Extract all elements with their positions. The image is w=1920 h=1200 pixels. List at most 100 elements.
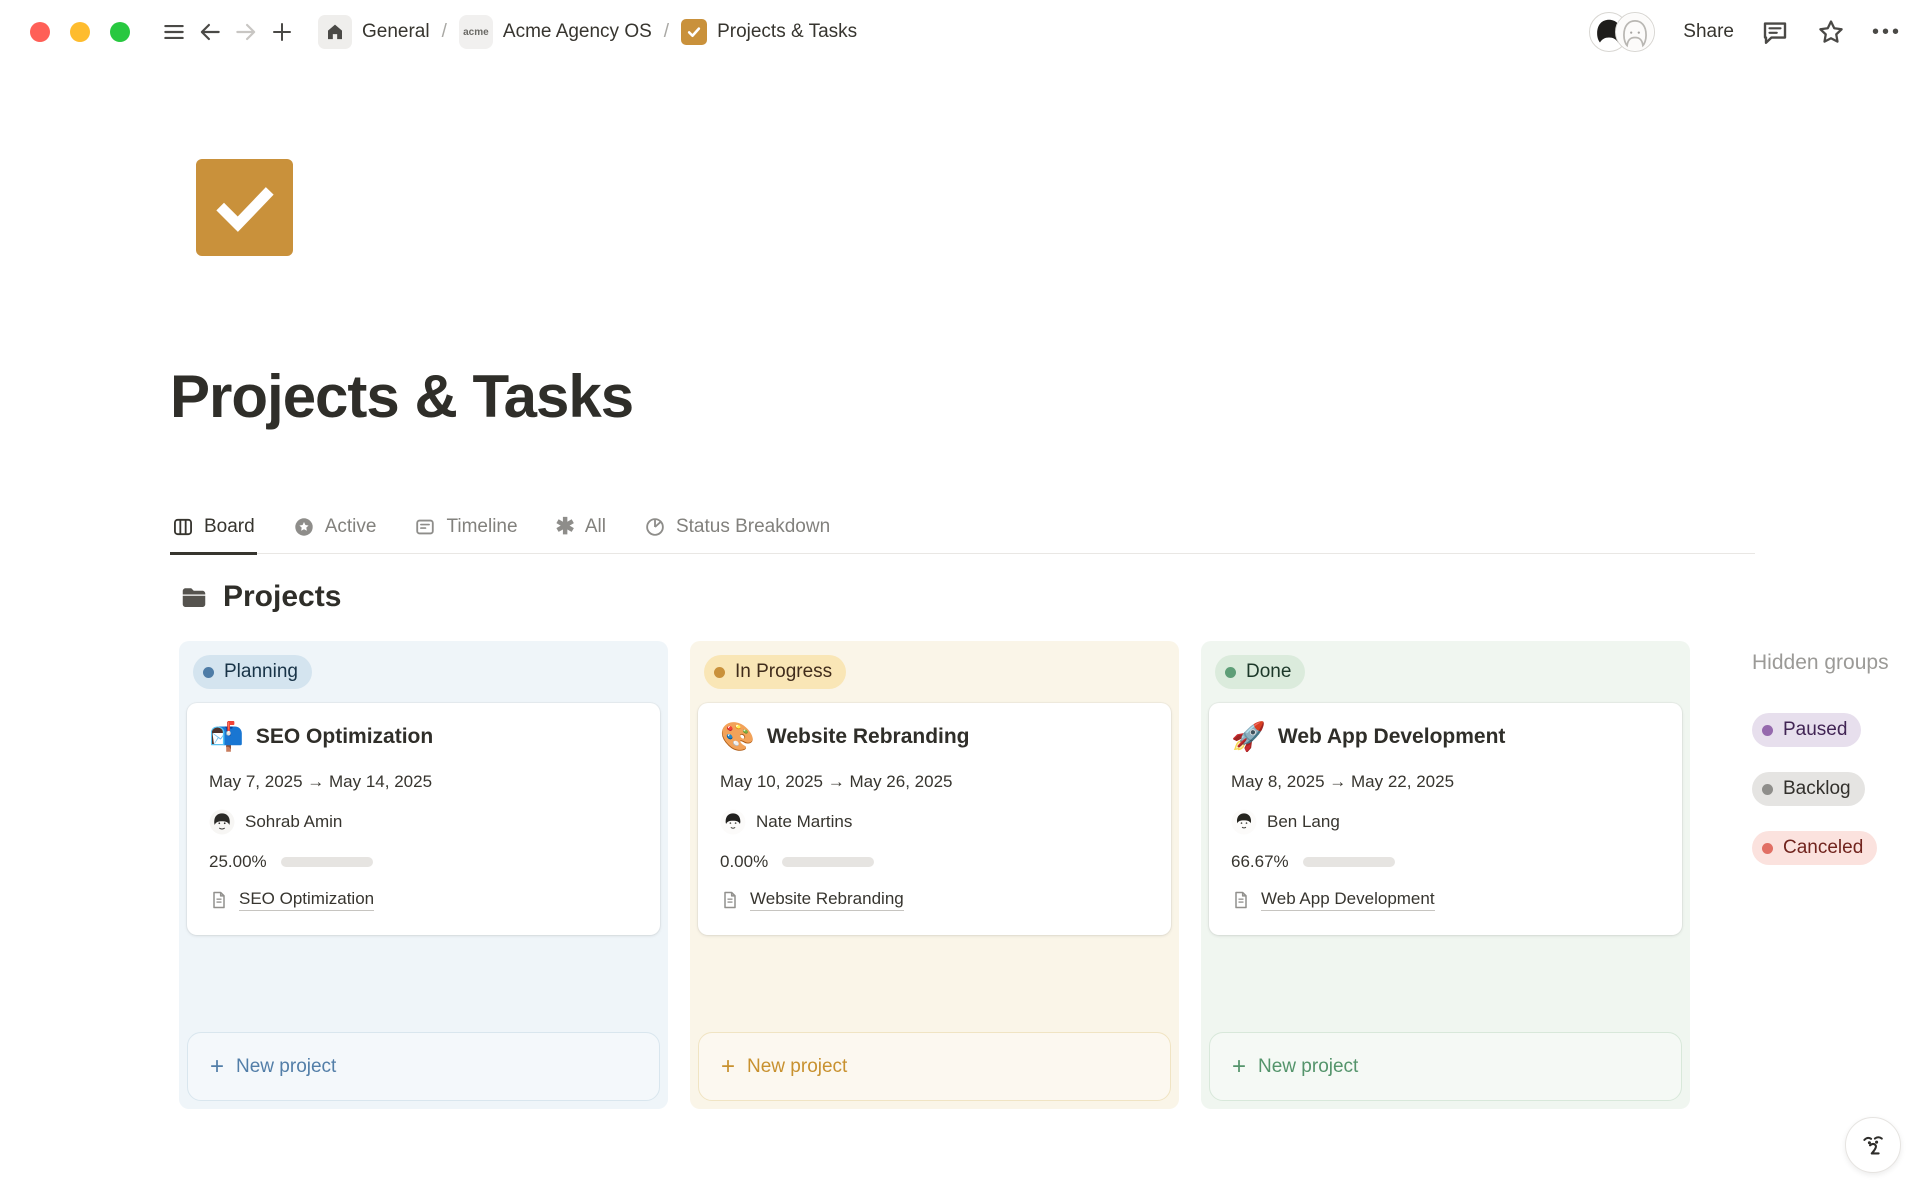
- page-icon-checkbox[interactable]: [196, 159, 293, 256]
- acme-workspace-logo: acme: [459, 15, 493, 49]
- view-tabs: Board Active Timeline ✱ All Status Break…: [170, 509, 1755, 554]
- plus-icon: [270, 20, 294, 44]
- page-title[interactable]: Projects & Tasks: [170, 362, 1920, 431]
- progress-bar: [281, 857, 373, 867]
- window-toolbar: General / acme Acme Agency OS / Projects…: [0, 0, 1920, 64]
- avatar: [209, 809, 235, 835]
- timeline-list-icon: [414, 516, 436, 538]
- breadcrumb-label: Acme Agency OS: [503, 21, 652, 43]
- notion-face-icon: [1857, 1129, 1889, 1161]
- avatar: [720, 809, 746, 835]
- notion-templates-fab[interactable]: [1845, 1117, 1901, 1173]
- tab-label: Status Breakdown: [676, 516, 830, 538]
- mailbox-emoji: 📬: [209, 723, 244, 751]
- card-page-link[interactable]: SEO Optimization: [239, 889, 374, 911]
- plus-icon: +: [721, 1055, 735, 1079]
- share-button[interactable]: Share: [1683, 21, 1734, 43]
- progress-percent-label: 0.00%: [720, 852, 768, 872]
- close-window-button[interactable]: [30, 22, 50, 42]
- project-card[interactable]: 📬 SEO Optimization May 7, 2025 → May 14,…: [187, 703, 660, 935]
- breadcrumb-item-current-page[interactable]: Projects & Tasks: [673, 15, 865, 49]
- tab-timeline[interactable]: Timeline: [412, 510, 519, 555]
- plus-icon: +: [210, 1055, 224, 1079]
- status-badge-in-progress[interactable]: In Progress: [704, 655, 846, 689]
- member-avatars[interactable]: [1589, 12, 1655, 52]
- board-column-planning: Planning 📬 SEO Optimization May 7, 2025 …: [179, 641, 668, 1109]
- status-label: In Progress: [735, 661, 832, 683]
- progress-percent-label: 66.67%: [1231, 852, 1289, 872]
- favorite-star-button[interactable]: [1816, 17, 1846, 47]
- status-dot: [1762, 784, 1773, 795]
- breadcrumb-item-general[interactable]: General: [310, 11, 438, 53]
- sidebar-menu-button[interactable]: [156, 14, 192, 50]
- status-badge-done[interactable]: Done: [1215, 655, 1305, 689]
- back-arrow-icon: [197, 19, 223, 45]
- status-dot: [1225, 667, 1236, 678]
- home-icon: [318, 15, 352, 49]
- card-page-link[interactable]: Web App Development: [1261, 889, 1435, 911]
- avatar: [1615, 12, 1655, 52]
- card-assignee: Nate Martins: [756, 812, 852, 832]
- hidden-group-paused[interactable]: Paused: [1752, 713, 1861, 747]
- breadcrumb-item-workspace[interactable]: acme Acme Agency OS: [451, 11, 660, 53]
- new-project-label: New project: [747, 1056, 847, 1078]
- status-dot: [714, 667, 725, 678]
- tab-label: Board: [204, 516, 255, 538]
- back-button[interactable]: [192, 14, 228, 50]
- minimize-window-button[interactable]: [70, 22, 90, 42]
- board-column-in-progress: In Progress 🎨 Website Rebranding May 10,…: [690, 641, 1179, 1109]
- breadcrumb: General / acme Acme Agency OS / Projects…: [310, 11, 865, 53]
- breadcrumb-separator: /: [664, 21, 669, 43]
- projects-section-header[interactable]: Projects: [179, 580, 1920, 614]
- new-project-label: New project: [236, 1056, 336, 1078]
- breadcrumb-label: General: [362, 21, 430, 43]
- avatar: [1231, 809, 1257, 835]
- board-column-done: Done 🚀 Web App Development May 8, 2025 →…: [1201, 641, 1690, 1109]
- hidden-groups-panel: Hidden groups Paused Backlog Canceled: [1752, 641, 1920, 890]
- breadcrumb-label: Projects & Tasks: [717, 21, 857, 43]
- tab-status-breakdown[interactable]: Status Breakdown: [642, 510, 832, 555]
- new-project-label: New project: [1258, 1056, 1358, 1078]
- status-dot: [1762, 843, 1773, 854]
- document-icon: [209, 890, 229, 910]
- new-project-button[interactable]: + New project: [698, 1032, 1171, 1101]
- more-options-button[interactable]: •••: [1872, 21, 1902, 44]
- zoom-window-button[interactable]: [110, 22, 130, 42]
- hidden-group-canceled[interactable]: Canceled: [1752, 831, 1877, 865]
- status-dot: [203, 667, 214, 678]
- new-project-button[interactable]: + New project: [1209, 1032, 1682, 1101]
- hidden-group-backlog[interactable]: Backlog: [1752, 772, 1865, 806]
- card-assignee: Ben Lang: [1267, 812, 1340, 832]
- star-circle-icon: [293, 516, 315, 538]
- comments-button[interactable]: [1760, 17, 1790, 47]
- card-title: Website Rebranding: [767, 725, 970, 749]
- progress-bar: [1303, 857, 1395, 867]
- new-tab-button[interactable]: [264, 14, 300, 50]
- tab-active[interactable]: Active: [291, 510, 379, 555]
- card-page-link[interactable]: Website Rebranding: [750, 889, 904, 911]
- kanban-board: Planning 📬 SEO Optimization May 7, 2025 …: [179, 641, 1920, 1109]
- progress-bar: [782, 857, 874, 867]
- tab-board[interactable]: Board: [170, 510, 257, 555]
- project-card[interactable]: 🎨 Website Rebranding May 10, 2025 → May …: [698, 703, 1171, 935]
- status-label: Done: [1246, 661, 1291, 683]
- plus-icon: +: [1232, 1055, 1246, 1079]
- project-card[interactable]: 🚀 Web App Development May 8, 2025 → May …: [1209, 703, 1682, 935]
- traffic-lights: [30, 22, 130, 42]
- board-columns-icon: [172, 516, 194, 538]
- card-assignee: Sohrab Amin: [245, 812, 342, 832]
- folder-icon: [179, 582, 209, 612]
- status-dot: [1762, 725, 1773, 736]
- forward-button[interactable]: [228, 14, 264, 50]
- hidden-group-label: Backlog: [1783, 778, 1851, 800]
- status-badge-planning[interactable]: Planning: [193, 655, 312, 689]
- asterisk-icon: ✱: [556, 515, 575, 538]
- tab-label: Timeline: [446, 516, 517, 538]
- card-date-range: May 7, 2025 → May 14, 2025: [209, 772, 638, 792]
- breadcrumb-separator: /: [442, 21, 447, 43]
- tab-label: All: [585, 516, 606, 538]
- tab-all[interactable]: ✱ All: [554, 509, 608, 555]
- pie-chart-icon: [644, 516, 666, 538]
- new-project-button[interactable]: + New project: [187, 1032, 660, 1101]
- hidden-group-label: Paused: [1783, 719, 1847, 741]
